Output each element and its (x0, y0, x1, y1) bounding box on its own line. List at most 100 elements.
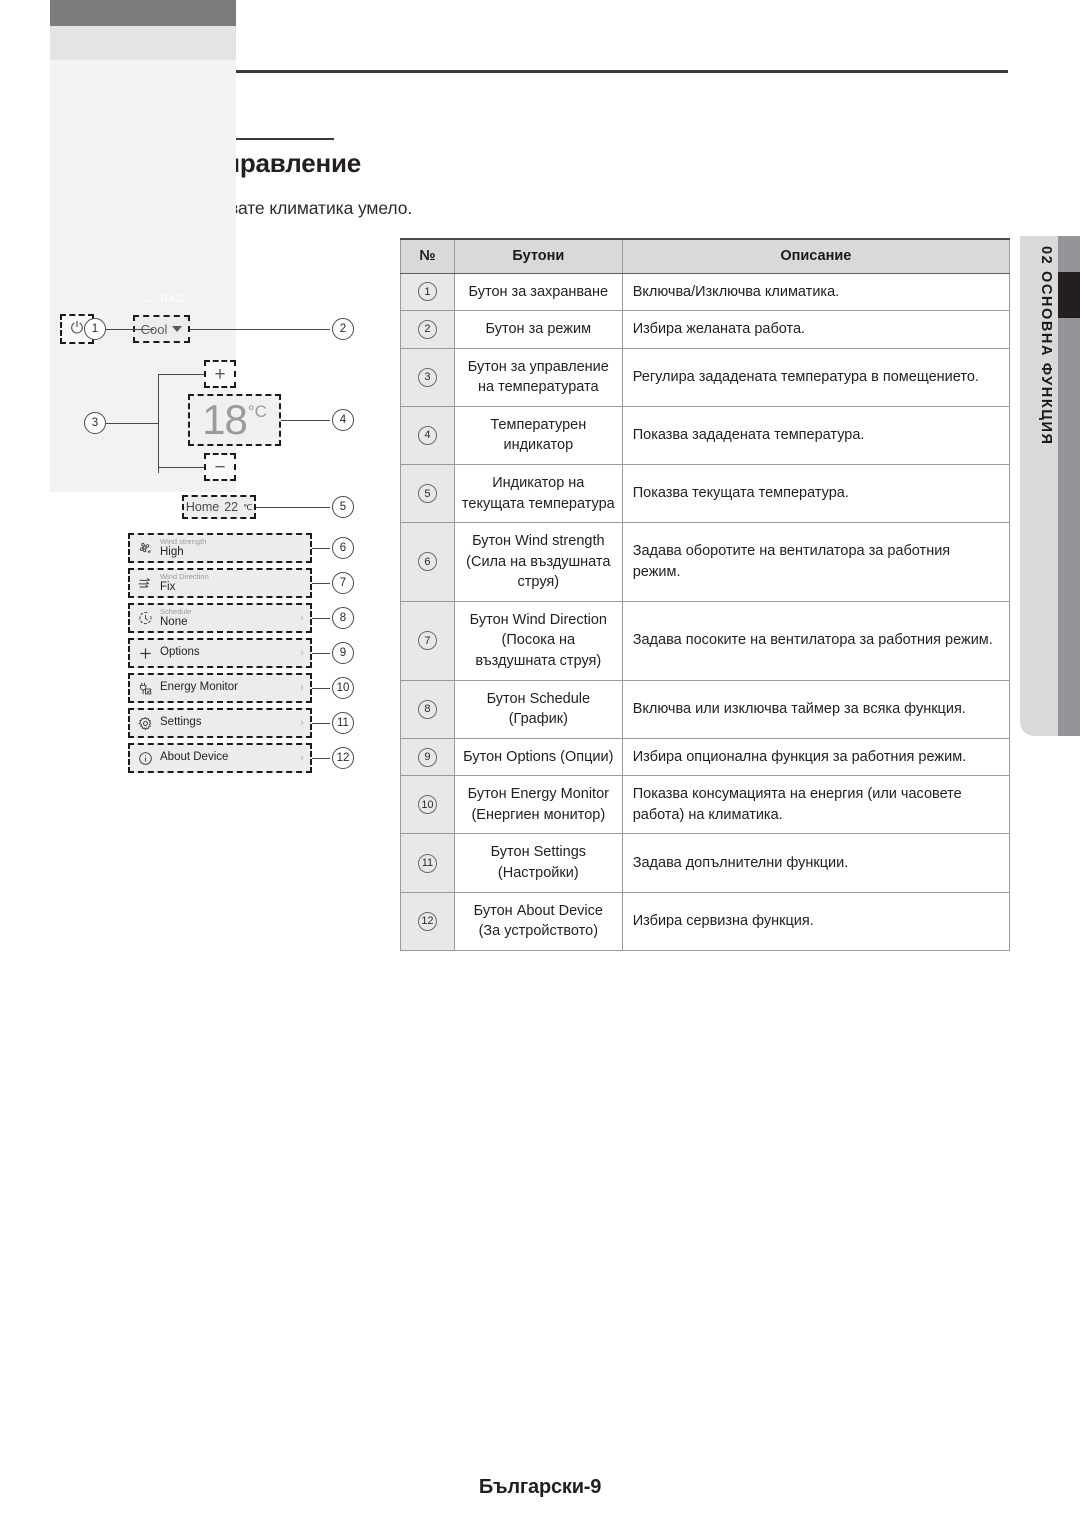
row-number-cell: 5 (400, 463, 455, 524)
plug-icon (130, 681, 160, 696)
leader-line-7 (312, 583, 330, 584)
leader-line-10 (312, 688, 330, 689)
table-row: 11 Бутон Settings (Настройки) Задава доп… (400, 833, 1011, 893)
set-temperature-value: 18 (202, 396, 248, 443)
current-temperature-label: Home (185, 500, 220, 514)
menu-item-wind-direction-sub: Wind Direction (160, 572, 209, 581)
row-number-badge: 2 (417, 319, 437, 339)
table-header-description: Описание (621, 238, 1011, 274)
row-number-badge: 11 (417, 853, 437, 873)
row-number-badge: 1 (417, 282, 437, 302)
callout-3: 3 (84, 412, 106, 434)
row-button-cell: Бутон About Device (За устройството) (453, 891, 623, 951)
chapter-tab-dark-marker (1058, 272, 1080, 318)
table-row: 10 Бутон Energy Monitor (Енергиен монито… (400, 775, 1011, 835)
menu-item-energy-monitor-label: Energy Monitor (160, 681, 238, 694)
row-number-badge: 6 (417, 552, 437, 572)
row-number-badge: 10 (417, 795, 437, 815)
table-header-no: № (400, 238, 455, 274)
menu-item-energy-monitor-chevron: › (300, 682, 304, 694)
row-number-cell: 4 (400, 405, 455, 465)
leader-line-8 (312, 618, 330, 619)
power-icon: ⏻ (70, 320, 84, 337)
leader-line-11 (312, 723, 330, 724)
callout-5: 5 (332, 496, 354, 518)
row-button-cell: Бутон Energy Monitor (Енергиен монитор) (453, 775, 623, 835)
chapter-tab-label: 02 ОСНОВНА ФУНКЦИЯ (1038, 246, 1054, 446)
row-number-badge: 8 (417, 699, 437, 719)
menu-item-options-chevron: › (300, 647, 304, 659)
plus-icon: + (214, 363, 226, 385)
callout-11: 11 (332, 712, 354, 734)
row-number-badge: 3 (417, 367, 437, 387)
menu-item-settings-chevron: › (300, 717, 304, 729)
row-number-cell: 3 (400, 347, 455, 407)
menu-item-wind-strength[interactable]: Wind strength High (128, 533, 312, 563)
page-footer: Български-9 (478, 1476, 602, 1498)
callout-4: 4 (332, 409, 354, 431)
minus-icon: − (214, 456, 226, 478)
set-temperature-display: 18 °C (188, 394, 281, 446)
row-button-cell: Бутон Schedule (График) (453, 679, 623, 739)
table-row: 1 Бутон за захранване Включва/Изключва к… (400, 272, 1011, 312)
leader-line-9 (312, 653, 330, 654)
table-row: 6 Бутон Wind strength (Сила на въздушнат… (400, 522, 1011, 602)
menu-item-schedule-sub: Schedule (160, 607, 192, 616)
row-description-cell: Задава посоките на вентилатора за работн… (621, 600, 1011, 681)
menu-item-wind-strength-value: High (160, 545, 184, 558)
row-number-badge: 9 (417, 747, 437, 767)
row-description-cell: Показва текущата температура. (621, 463, 1011, 524)
leader-line-6 (312, 548, 330, 549)
menu-item-options-label: Options (160, 646, 200, 659)
set-temperature-unit: °C (247, 402, 267, 421)
leader-line-2 (190, 329, 330, 330)
menu-item-about-device-label: About Device (160, 751, 229, 764)
row-number-cell: 6 (400, 522, 455, 602)
row-button-cell: Индикатор на текущата температура (453, 463, 623, 524)
fan-icon (130, 541, 160, 556)
callout-7: 7 (332, 572, 354, 594)
menu-item-schedule-value: None (160, 615, 188, 628)
row-description-cell: Избира сервизна функция. (621, 891, 1011, 951)
menu-item-schedule[interactable]: Schedule None › (128, 603, 312, 633)
current-temperature-display: Home 22 ℃ (182, 495, 256, 519)
menu-item-schedule-chevron: › (300, 612, 304, 624)
row-number-cell: 11 (400, 833, 455, 893)
row-button-cell: Бутон Options (Опции) (453, 737, 623, 777)
menu-item-energy-monitor[interactable]: Energy Monitor › (128, 673, 312, 703)
row-description-cell: Задава оборотите на вентилатора за работ… (621, 522, 1011, 602)
row-button-cell: Бутон за управление на температурата (453, 347, 623, 407)
row-button-cell: Бутон за режим (453, 310, 623, 349)
row-button-cell: Температурен индикатор (453, 405, 623, 465)
current-temperature-unit: ℃ (243, 502, 253, 512)
menu-item-wind-direction[interactable]: Wind Direction Fix (128, 568, 312, 598)
table-header-buttons: Бутони (453, 238, 623, 274)
caret-down-icon (172, 326, 183, 332)
arrows-icon (130, 576, 160, 590)
callout-12: 12 (332, 747, 354, 769)
table-row: 12 Бутон About Device (За устройството) … (400, 891, 1011, 951)
menu-item-wind-strength-sub: Wind strength (160, 537, 207, 546)
callout-10: 10 (332, 677, 354, 699)
row-description-cell: Включва/Изключва климатика. (621, 272, 1011, 312)
menu-item-options[interactable]: Options › (128, 638, 312, 668)
phone-control-bar (50, 26, 236, 60)
gear-icon (130, 716, 160, 731)
table-row: 8 Бутон Schedule (График) Включва или из… (400, 679, 1011, 739)
row-number-cell: 12 (400, 891, 455, 951)
temp-increase-button[interactable]: + (204, 360, 236, 388)
info-icon (130, 751, 160, 766)
menu-item-about-device-chevron: › (300, 752, 304, 764)
row-description-cell: Показва консумацията на енергия (или час… (621, 775, 1011, 835)
table-header-row: № Бутони Описание (400, 238, 1011, 274)
callout-8: 8 (332, 607, 354, 629)
menu-item-about-device[interactable]: About Device › (128, 743, 312, 773)
row-description-cell: Избира желаната работа. (621, 310, 1011, 349)
menu-item-settings[interactable]: Settings › (128, 708, 312, 738)
phone-topbar (50, 0, 236, 26)
temp-decrease-button[interactable]: − (204, 453, 236, 481)
table-row: 4 Температурен индикатор Показва зададен… (400, 405, 1011, 465)
back-arrow-icon[interactable]: ← (141, 292, 154, 305)
row-number-cell: 7 (400, 600, 455, 681)
row-number-badge: 7 (417, 631, 437, 651)
